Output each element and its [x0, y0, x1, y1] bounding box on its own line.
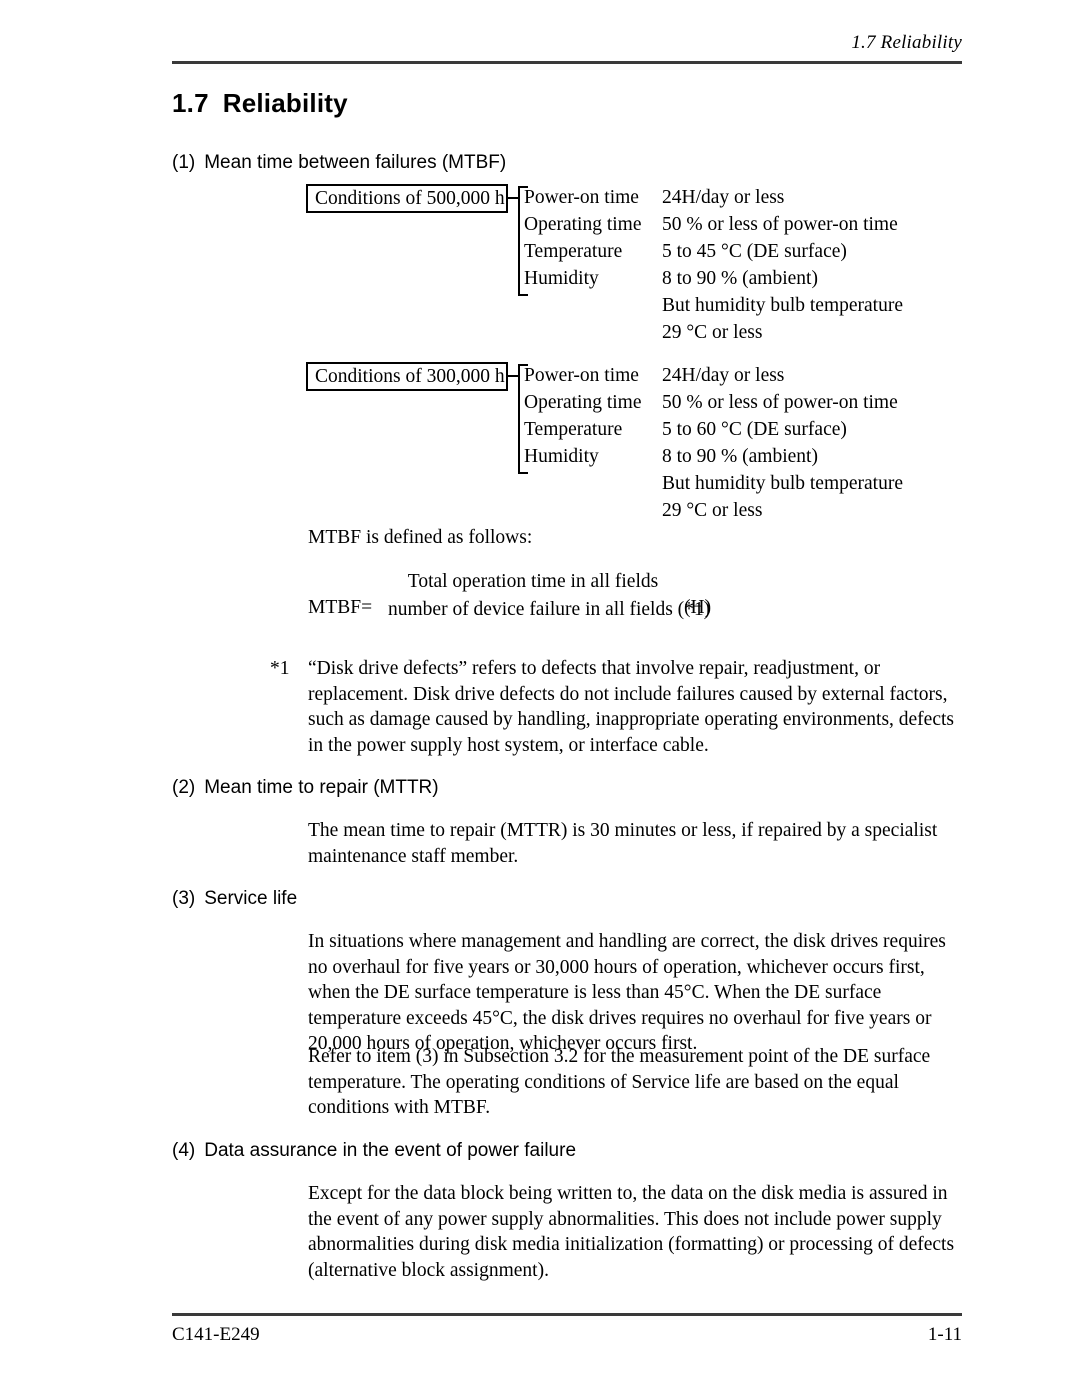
- formula-unit: (H): [684, 597, 712, 618]
- condition-value: 50 % or less of power-on time: [662, 392, 898, 413]
- condition-label: Temperature: [524, 419, 623, 440]
- footnote-marker: *1: [270, 658, 290, 679]
- condition-label: Operating time: [524, 214, 642, 235]
- condition-row: Power-on time 24H/day or less: [524, 362, 994, 389]
- paragraph-mttr: The mean time to repair (MTTR) is 30 min…: [308, 820, 938, 867]
- condition-rows: Power-on time 24H/day or less Operating …: [524, 362, 994, 524]
- condition-row: Temperature 5 to 60 °C (DE surface): [524, 416, 994, 443]
- condition-value: But humidity bulb temperature: [662, 295, 903, 316]
- footnote-text: “Disk drive defects” refers to defects t…: [308, 658, 954, 756]
- condition-value: 29 °C or less: [662, 322, 763, 343]
- condition-label: Power-on time: [524, 365, 639, 386]
- condition-value: 50 % or less of power-on time: [662, 214, 898, 235]
- header-rule: [172, 61, 962, 64]
- paragraph-service-life: In situations where management and handl…: [308, 931, 946, 1054]
- footer-page-number: 1-11: [927, 1324, 962, 1345]
- condition-value: 24H/day or less: [662, 187, 785, 208]
- condition-value: 24H/day or less: [662, 365, 785, 386]
- condition-box-label: Conditions of 500,000 h: [306, 184, 508, 213]
- condition-value: 5 to 60 °C (DE surface): [662, 419, 847, 440]
- condition-row-continuation: But humidity bulb temperature: [524, 292, 994, 319]
- condition-value: But humidity bulb temperature: [662, 473, 903, 494]
- condition-row: Operating time 50 % or less of power-on …: [524, 211, 994, 238]
- item-heading-1: (1) Mean time between failures (MTBF): [172, 152, 506, 174]
- footer-rule: [172, 1313, 962, 1316]
- formula-denominator: number of device failure in all fields (…: [388, 599, 711, 620]
- condition-label: Power-on time: [524, 187, 639, 208]
- item-heading-3: (3) Service life: [172, 888, 297, 910]
- running-header: 1.7 Reliability: [851, 32, 962, 53]
- item-label-2: (2): [172, 777, 196, 798]
- document-page: 1.7 Reliability 1.7 Reliability (1) Mean t…: [0, 0, 1080, 1397]
- condition-value: 8 to 90 % (ambient): [662, 446, 818, 467]
- paragraph-data-assurance: Except for the data block being written …: [308, 1183, 955, 1281]
- condition-row-continuation: 29 °C or less: [524, 319, 994, 346]
- condition-value: 8 to 90 % (ambient): [662, 268, 818, 289]
- condition-value: 29 °C or less: [662, 500, 763, 521]
- item-title-4: Data assurance in the event of power fai…: [204, 1140, 577, 1161]
- condition-label: Humidity: [524, 446, 599, 467]
- section-title: Reliability: [222, 88, 348, 118]
- condition-rows: Power-on time 24H/day or less Operating …: [524, 184, 994, 346]
- item-title-1: Mean time between failures (MTBF): [204, 152, 507, 173]
- condition-label: Temperature: [524, 241, 623, 262]
- condition-row: Temperature 5 to 45 °C (DE surface): [524, 238, 994, 265]
- page-title: 1.7 Reliability: [172, 88, 348, 119]
- item-title-2: Mean time to repair (MTTR): [204, 777, 439, 798]
- item-heading-2: (2) Mean time to repair (MTTR): [172, 777, 439, 799]
- condition-row-continuation: But humidity bulb temperature: [524, 470, 994, 497]
- condition-box-label: Conditions of 300,000 h: [306, 362, 508, 391]
- condition-value: 5 to 45 °C (DE surface): [662, 241, 847, 262]
- condition-row: Humidity 8 to 90 % (ambient): [524, 265, 994, 292]
- formula-intro: MTBF is defined as follows:: [308, 527, 533, 548]
- condition-label: Humidity: [524, 268, 599, 289]
- item-heading-4: (4) Data assurance in the event of power …: [172, 1140, 576, 1162]
- condition-row-continuation: 29 °C or less: [524, 497, 994, 524]
- condition-row: Humidity 8 to 90 % (ambient): [524, 443, 994, 470]
- section-number: 1.7: [172, 88, 209, 118]
- condition-label: Operating time: [524, 392, 642, 413]
- footnote-1: *1 “Disk drive defects” refers to defect…: [270, 656, 960, 758]
- paragraph-service-life-2: Refer to item (3) in Subsection 3.2 for …: [308, 1046, 931, 1118]
- condition-row: Power-on time 24H/day or less: [524, 184, 994, 211]
- formula-fraction: Total operation time in all fields numbe…: [388, 568, 710, 624]
- item-title-3: Service life: [204, 888, 298, 909]
- item-label-3: (3): [172, 888, 196, 909]
- condition-row: Operating time 50 % or less of power-on …: [524, 389, 994, 416]
- item-label-4: (4): [172, 1140, 196, 1161]
- formula-numerator: Total operation time in all fields: [407, 571, 659, 592]
- item-label-1: (1): [172, 152, 196, 173]
- formula-lhs: MTBF=: [308, 597, 373, 618]
